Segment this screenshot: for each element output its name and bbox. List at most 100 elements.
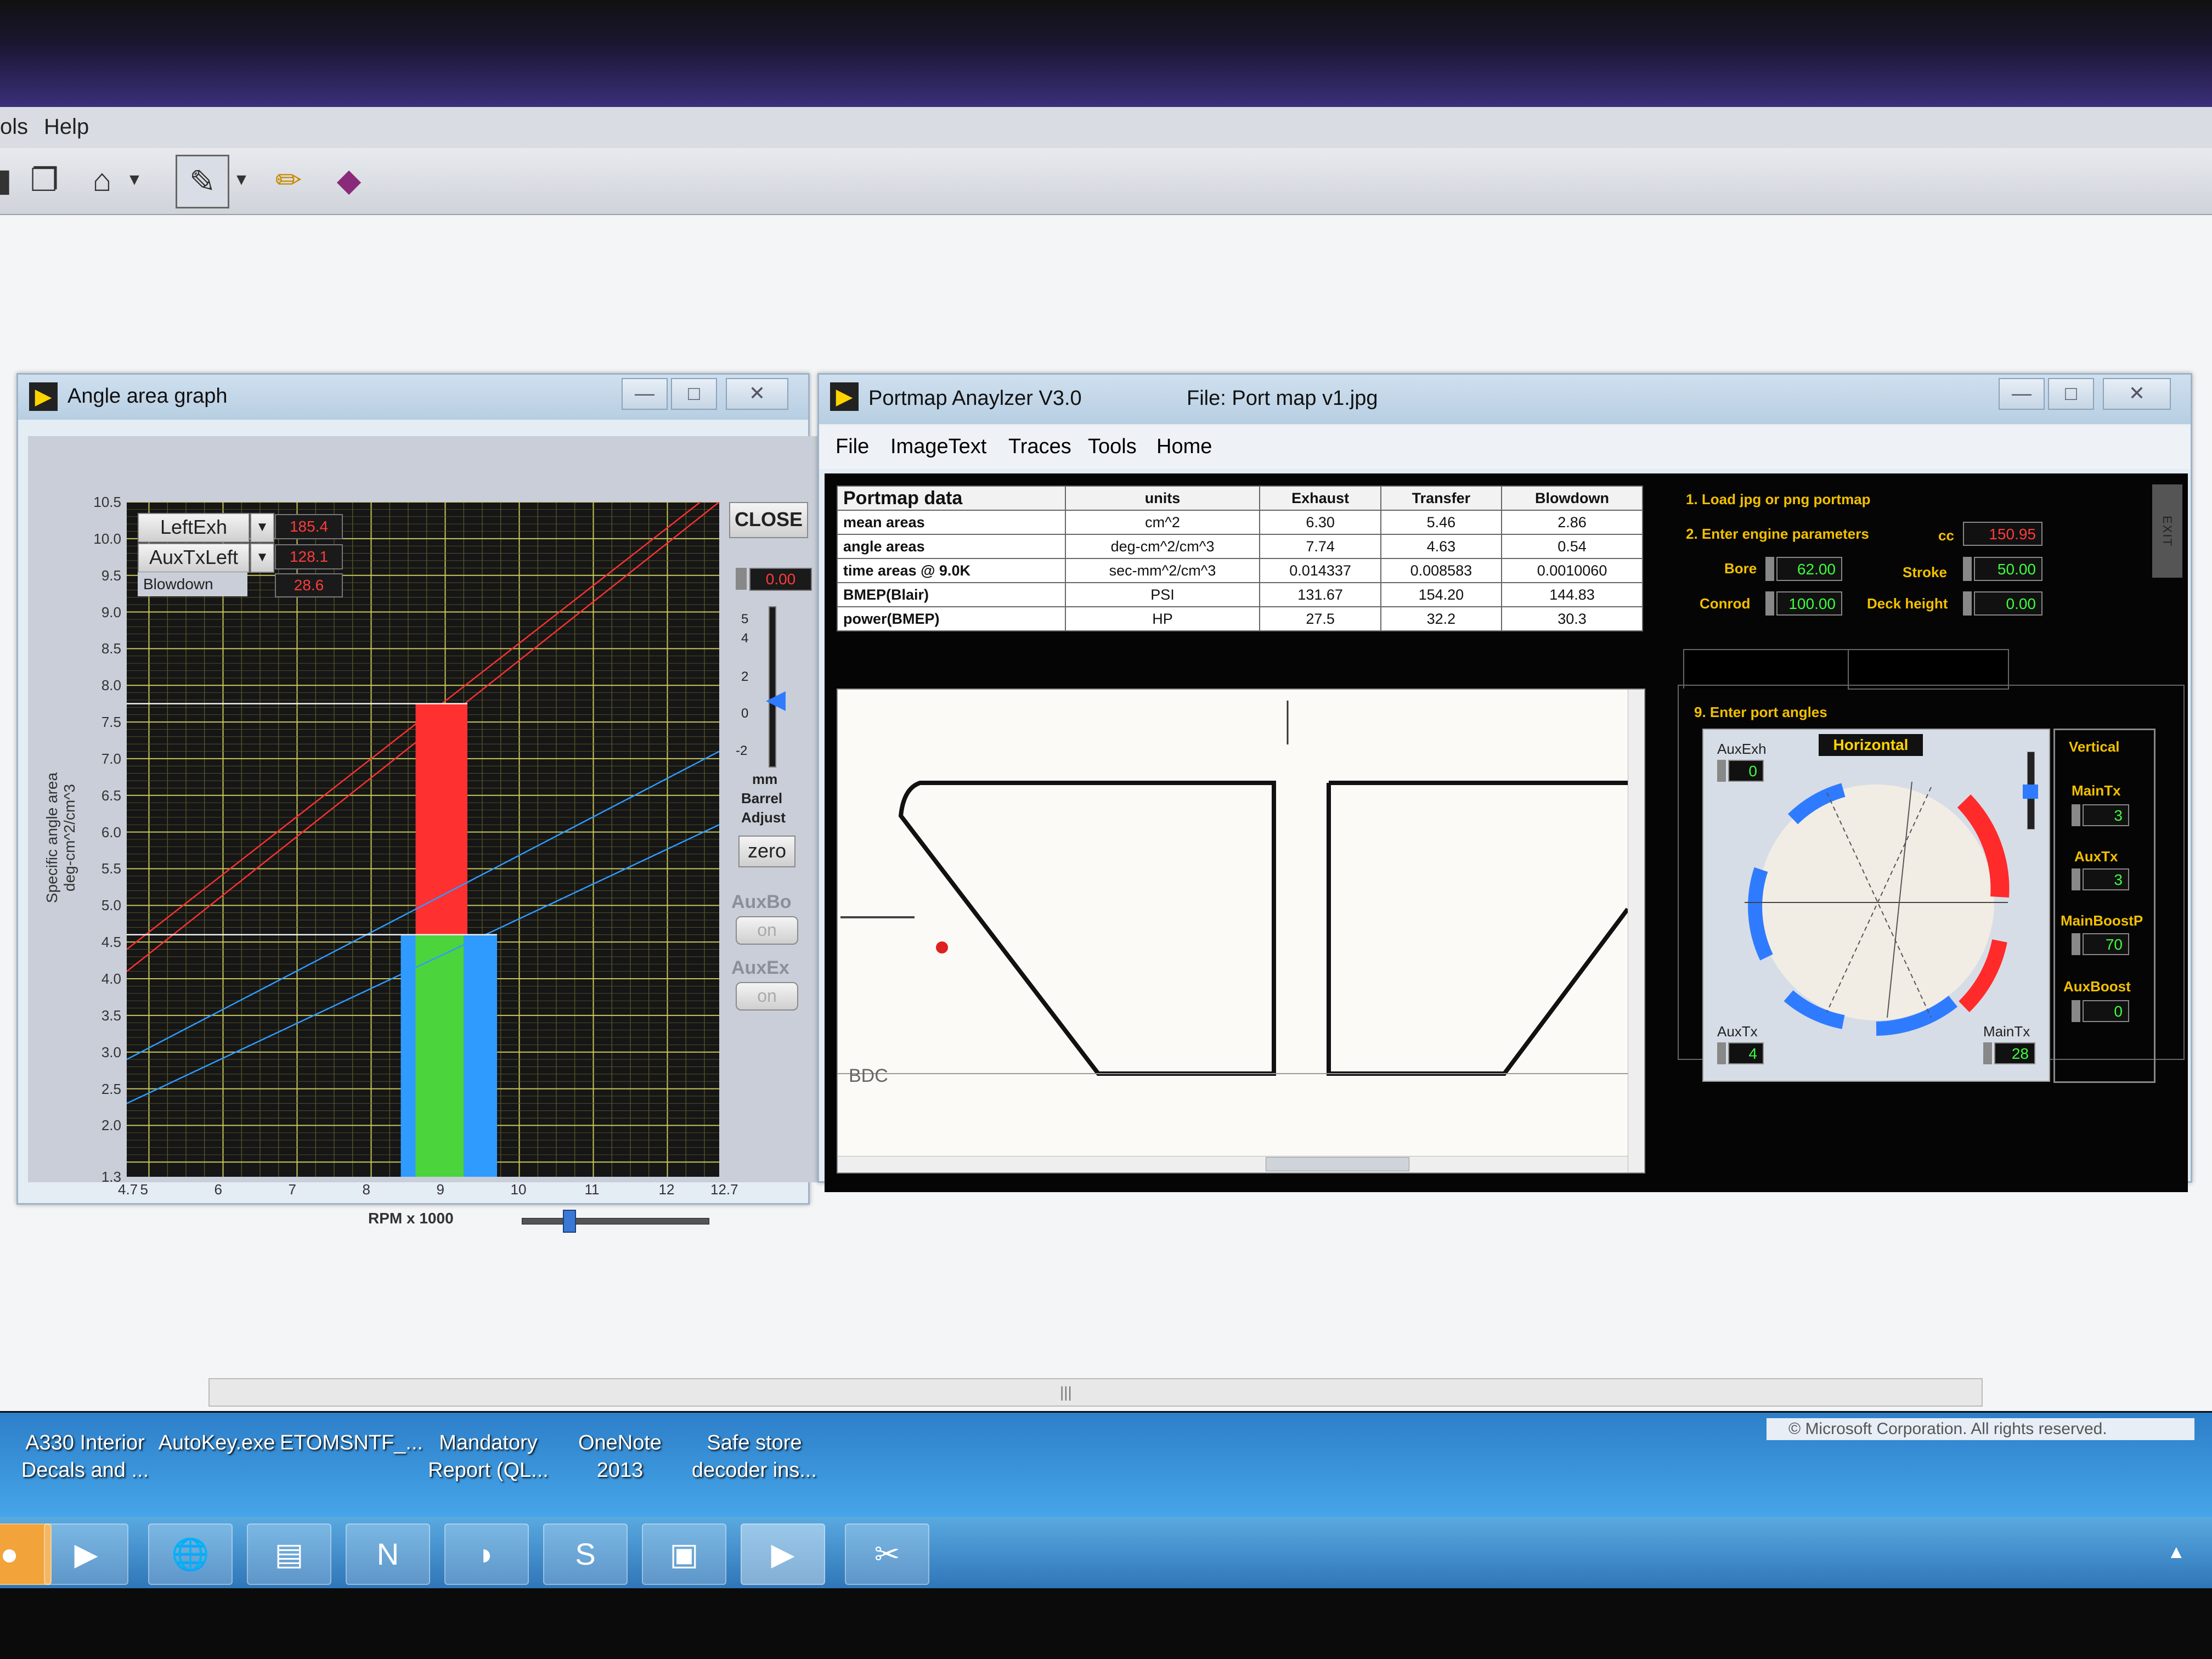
zero-button[interactable]: zero <box>738 836 795 867</box>
tray-arrow-icon[interactable]: ▲ <box>2167 1542 2186 1563</box>
stroke-spinner[interactable] <box>1963 557 1972 581</box>
bore-spinner[interactable] <box>1765 557 1774 581</box>
bar-exhaust <box>415 703 467 935</box>
desktop-icon-autokey[interactable]: AutoKey.exe <box>156 1429 277 1457</box>
v-auxtx-spinner[interactable] <box>2072 868 2080 890</box>
v-maintx-input[interactable]: 3 <box>2083 804 2129 826</box>
auxbo-toggle[interactable]: on <box>736 916 798 945</box>
close-button[interactable]: CLOSE <box>729 502 808 538</box>
portmap-image[interactable]: BDC <box>837 689 1645 1173</box>
v-maintx-spinner[interactable] <box>2072 804 2080 826</box>
table-row: time areas @ 9.0K sec-mm^2/cm^3 0.014337… <box>837 558 1643 583</box>
scan-icon[interactable]: ⌂ <box>77 155 127 205</box>
v-mainboost-input[interactable]: 70 <box>2083 933 2129 955</box>
menu-file[interactable]: File <box>836 435 869 459</box>
rpm-slider-thumb[interactable] <box>563 1210 576 1233</box>
barrel-spinner[interactable] <box>736 568 747 590</box>
units-select-hp[interactable]: HP <box>1064 606 1261 631</box>
v-auxtx-input[interactable]: 3 <box>2083 868 2129 890</box>
step9-label: 9. Enter port angles <box>1694 704 1827 720</box>
barrel-slider-track[interactable] <box>769 606 776 768</box>
menu-help[interactable]: Help <box>44 115 89 139</box>
menu-tools[interactable]: ols <box>0 115 28 139</box>
legend-auxtxleft[interactable]: AuxTxLeft <box>138 543 250 573</box>
auxtx-label: AuxTx <box>1717 1023 1758 1040</box>
image-hscroll-thumb[interactable] <box>1266 1157 1409 1171</box>
menu-tools[interactable]: Tools <box>1088 435 1137 459</box>
auxex-toggle[interactable]: on <box>736 982 798 1011</box>
port-angle-dial[interactable] <box>1734 760 2019 1045</box>
deck-height-input[interactable]: 0.00 <box>1974 591 2042 616</box>
dropdown-arrow-icon[interactable]: ▼ <box>123 155 145 205</box>
image-vscroll[interactable] <box>1628 690 1644 1172</box>
copy-icon[interactable]: ❐ <box>19 155 70 205</box>
dial-slider-thumb[interactable] <box>2023 785 2038 799</box>
angle-area-plot[interactable]: LeftExh ▼ 185.4 AuxTxLeft ▼ 128.1 Blowdo… <box>126 487 720 1177</box>
onenote-icon[interactable]: N <box>346 1523 430 1585</box>
desktop-icon-mandatory[interactable]: Mandatory Report (QL... <box>420 1429 557 1484</box>
desktop-icon-safestore[interactable]: Safe store decoder ins... <box>680 1429 828 1484</box>
file-explorer-icon[interactable]: ▤ <box>247 1523 331 1585</box>
table-cell: 0.008583 <box>1380 558 1503 583</box>
close-window-button[interactable]: ✕ <box>2103 378 2171 410</box>
table-row: mean areas cm^2 6.30 5.46 2.86 <box>837 510 1643 535</box>
exit-button[interactable]: EXIT <box>2152 484 2182 578</box>
maintx-spinner[interactable] <box>1983 1042 1992 1064</box>
auxtx-input[interactable]: 4 <box>1728 1042 1764 1064</box>
table-cell: time areas @ 9.0K <box>837 558 1066 583</box>
tab-1[interactable] <box>1683 649 1850 689</box>
v-auxtx-label: AuxTx <box>2074 848 2118 865</box>
conrod-input[interactable]: 100.00 <box>1776 591 1842 616</box>
portmap-titlebar[interactable]: ▶ Portmap Anaylzer V3.0 File: Port map v… <box>819 375 2191 424</box>
v-mainboost-spinner[interactable] <box>2072 933 2080 955</box>
menu-home[interactable]: Home <box>1156 435 1212 459</box>
barrel-caption-barrel: Barrel <box>741 790 783 806</box>
auxtx-spinner[interactable] <box>1717 1042 1726 1064</box>
maintx-input[interactable]: 28 <box>1994 1042 2035 1064</box>
y-tick-label: 8.5 <box>101 640 121 657</box>
eraser-icon[interactable]: ◆ <box>324 155 374 205</box>
minimize-button[interactable]: — <box>1999 378 2045 410</box>
close-window-button[interactable]: ✕ <box>726 378 788 410</box>
media-player-icon[interactable]: ▶ <box>44 1523 128 1585</box>
app-icon[interactable]: ◗ <box>444 1523 529 1585</box>
pen-dropdown-icon[interactable]: ▼ <box>230 155 252 205</box>
image-hscroll[interactable] <box>838 1156 1628 1172</box>
barrel-value[interactable]: 0.00 <box>749 568 812 591</box>
table-header: Transfer <box>1380 486 1503 511</box>
stroke-input[interactable]: 50.00 <box>1974 557 2042 581</box>
labview-icon[interactable]: ▶ <box>741 1523 825 1585</box>
maximize-button[interactable]: □ <box>2048 378 2094 410</box>
pen-icon[interactable]: ✎ <box>176 155 229 208</box>
units-select-psi[interactable]: PSI <box>1064 582 1261 607</box>
window-icon[interactable]: ▣ <box>642 1523 726 1585</box>
menu-traces[interactable]: Traces <box>1008 435 1071 459</box>
network-icon[interactable]: 🌐 <box>148 1523 233 1585</box>
menu-imagetext[interactable]: ImageText <box>890 435 986 459</box>
bore-input[interactable]: 62.00 <box>1776 557 1842 581</box>
deck-height-spinner[interactable] <box>1963 591 1972 616</box>
barrel-tick: 0 <box>741 706 749 721</box>
desktop-icon-onenote[interactable]: OneNote 2013 <box>565 1429 675 1484</box>
table-header-row: Portmap data units Exhaust Transfer Blow… <box>837 486 1643 511</box>
auxexh-spinner[interactable] <box>1717 760 1726 782</box>
v-auxboost-spinner[interactable] <box>2072 1000 2080 1022</box>
labview-icon: ▶ <box>29 382 58 411</box>
legend-leftexh[interactable]: LeftExh <box>138 513 250 543</box>
barrel-slider-thumb[interactable] <box>766 691 786 711</box>
tab-2[interactable] <box>1848 649 2009 690</box>
desktop-hscroll[interactable]: ||| <box>208 1378 1983 1407</box>
legend-leftexh-dropdown[interactable]: ▼ <box>250 513 274 543</box>
skype-icon[interactable]: S <box>543 1523 628 1585</box>
legend-auxtxleft-dropdown[interactable]: ▼ <box>250 543 274 573</box>
v-auxboost-input[interactable]: 0 <box>2083 1000 2129 1022</box>
rpm-slider-track[interactable] <box>522 1218 709 1224</box>
snipping-tool-icon[interactable]: ✂ <box>845 1523 929 1585</box>
conrod-spinner[interactable] <box>1765 591 1774 616</box>
desktop-icon-etomsntf[interactable]: ETOMSNTF_... <box>280 1429 423 1457</box>
angle-window-titlebar[interactable]: ▶ Angle area graph — □ ✕ <box>18 375 808 420</box>
minimize-button[interactable]: — <box>622 378 668 410</box>
desktop-icon-a330[interactable]: A330 Interior Decals and ... <box>11 1429 159 1484</box>
pencil-icon[interactable]: ✏ <box>263 155 314 205</box>
maximize-button[interactable]: □ <box>671 378 717 410</box>
